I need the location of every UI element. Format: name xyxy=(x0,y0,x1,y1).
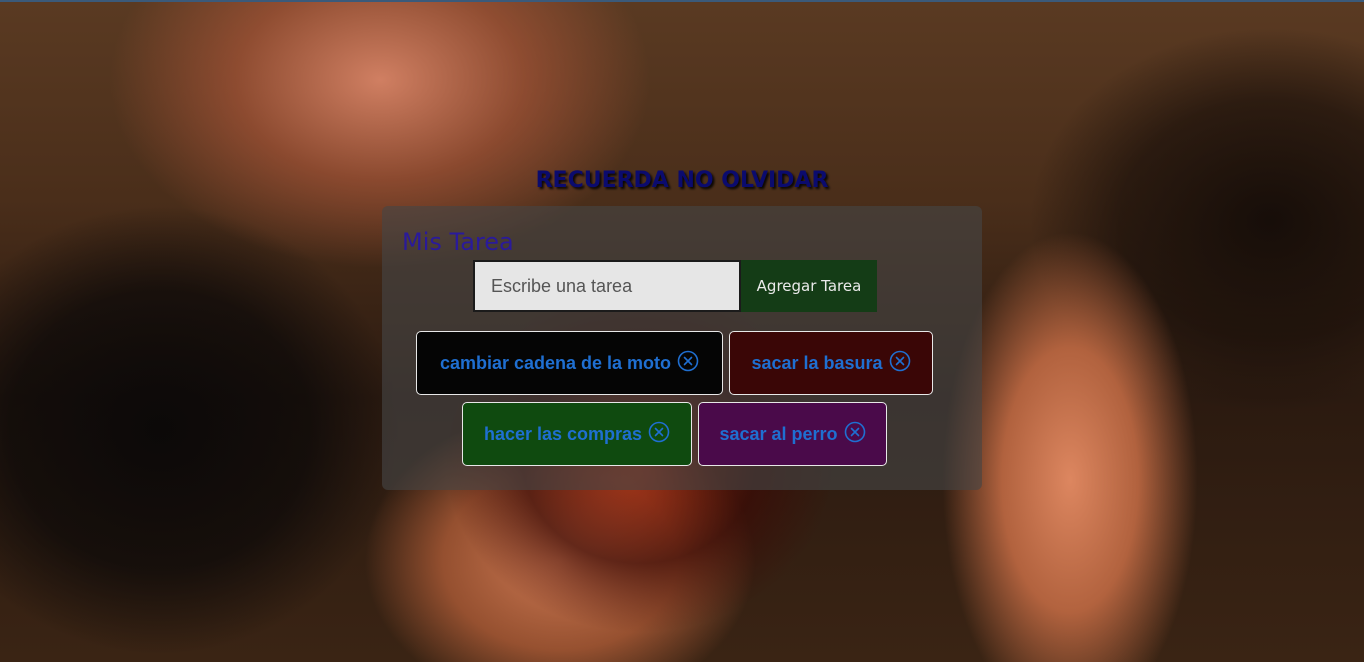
panel-title: Mis Tarea xyxy=(402,228,514,256)
task-item[interactable]: cambiar cadena de la moto xyxy=(416,331,723,395)
task-input[interactable] xyxy=(473,260,741,312)
add-task-button[interactable]: Agregar Tarea xyxy=(741,260,877,312)
task-label: hacer las compras xyxy=(483,423,643,444)
task-item[interactable]: hacer las compras xyxy=(462,402,692,466)
task-label: cambiar cadena de la moto xyxy=(439,352,672,373)
x-circle-icon[interactable] xyxy=(844,421,866,443)
page-title: RECUERDA NO OLVIDAR xyxy=(535,168,829,193)
x-circle-icon[interactable] xyxy=(889,350,911,372)
task-input-row: Agregar Tarea xyxy=(473,260,877,312)
task-item[interactable]: sacar al perro xyxy=(698,402,887,466)
task-label: sacar al perro xyxy=(719,423,838,444)
x-circle-icon[interactable] xyxy=(677,350,699,372)
window-top-border xyxy=(0,0,1364,2)
task-label: sacar la basura xyxy=(751,352,883,373)
x-circle-icon[interactable] xyxy=(648,421,670,443)
todo-panel: Mis Tarea Agregar Tarea cambiar cadena d… xyxy=(382,206,982,490)
task-item[interactable]: sacar la basura xyxy=(729,331,933,395)
